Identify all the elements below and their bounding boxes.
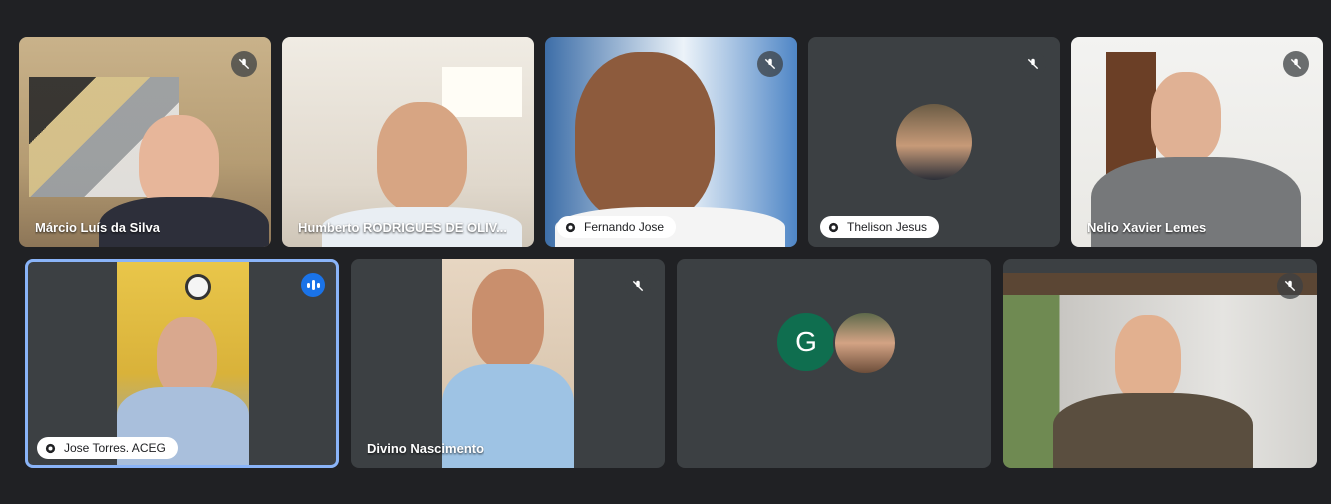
participant-name-pill: Jose Torres. ACEG [37,437,178,459]
participant-name: Márcio Luís da Silva [35,220,160,235]
avatar-letter: G [775,311,837,373]
participant-tile-group[interactable]: G [677,259,991,468]
speaking-indicator-icon [301,273,325,297]
mic-off-icon [757,51,783,77]
mic-off-icon [625,273,651,299]
mic-off-icon [1277,273,1303,299]
participant-name: Thelison Jesus [847,220,928,234]
participant-name: Nelio Xavier Lemes [1087,220,1207,235]
meeting-grid: Márcio Luís da Silva Humberto RODRIGUES … [0,0,1331,504]
participant-avatar [896,104,972,180]
participant-tile-marcio[interactable]: Márcio Luís da Silva [19,37,271,247]
participant-tile-headset[interactable] [1003,259,1317,468]
pin-icon [828,222,839,232]
participant-name: Jose Torres. ACEG [64,441,166,455]
participant-tile-divino[interactable]: Divino Nascimento [351,259,665,468]
mic-off-icon [1020,51,1046,77]
participant-video [117,262,249,465]
participant-video [282,37,534,247]
pin-icon [45,443,56,453]
participant-tile-humberto[interactable]: Humberto RODRIGUES DE OLIV... [282,37,534,247]
mic-off-icon [1283,51,1309,77]
participant-name-pill: Thelison Jesus [820,216,940,238]
participant-video [1003,273,1317,468]
pin-icon [565,222,576,232]
participant-name: Divino Nascimento [367,441,485,456]
participant-avatar [833,311,897,375]
participant-name-pill: Fernando Jose [557,216,677,238]
participant-tile-jose[interactable]: Jose Torres. ACEG [25,259,339,468]
mic-off-icon [231,51,257,77]
participant-tile-thelison[interactable]: Thelison Jesus [808,37,1060,247]
participant-name: Fernando Jose [584,220,665,234]
participant-tile-nelio[interactable]: Nelio Xavier Lemes [1071,37,1323,247]
participant-name: Humberto RODRIGUES DE OLIV... [298,220,507,235]
participant-video [442,259,574,468]
participant-tile-fernando[interactable]: Fernando Jose [545,37,797,247]
